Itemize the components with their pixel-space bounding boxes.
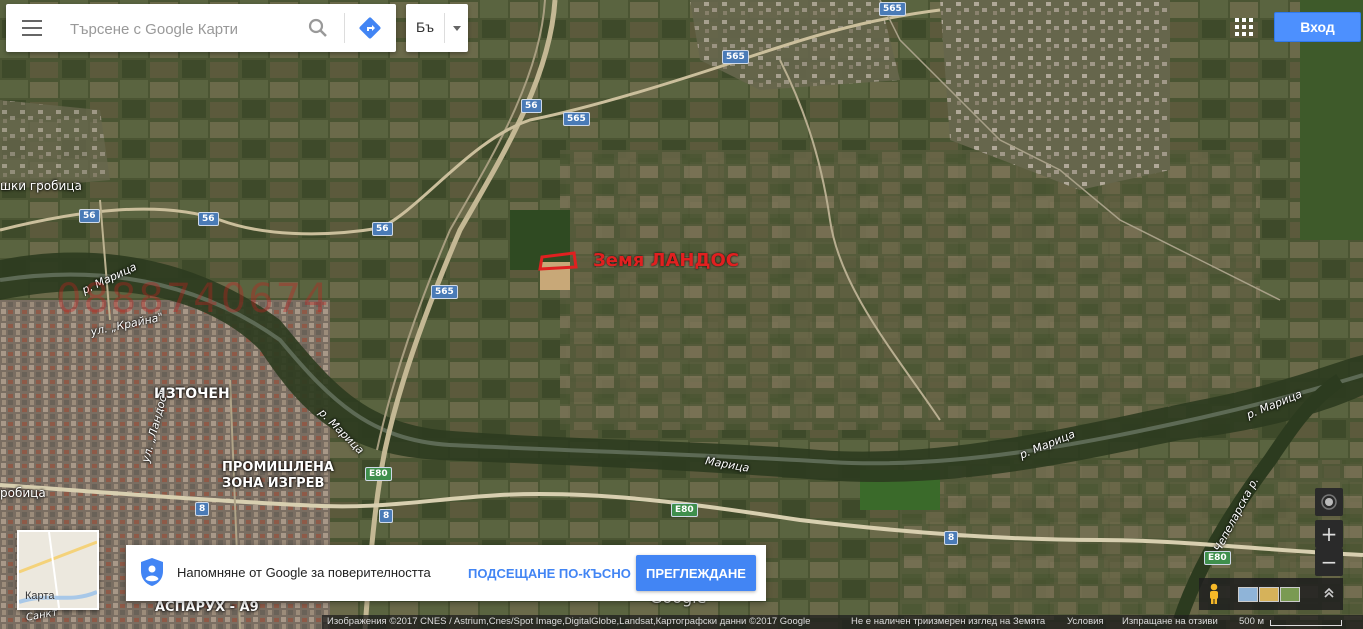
- pegman-icon[interactable]: [1207, 583, 1221, 605]
- imagery-thumb-2[interactable]: [1259, 587, 1279, 602]
- imagery-thumb-3[interactable]: [1280, 587, 1300, 602]
- imagery-thumb-1[interactable]: [1238, 587, 1258, 602]
- road-shield-565: 565: [879, 2, 906, 16]
- attribution-text: Изображения ©2017 CNES / Astrium,Cnes/Sp…: [327, 616, 811, 627]
- road-shield-8: 8: [944, 531, 959, 545]
- land-parcel-marker[interactable]: [538, 251, 578, 271]
- road-shield-8: 8: [195, 502, 210, 516]
- search-box: [6, 4, 396, 52]
- land-parcel-label[interactable]: Земя ЛАНДОС: [593, 250, 739, 271]
- privacy-text: Напомняне от Google за поверителността: [177, 565, 431, 580]
- my-location-button[interactable]: [1315, 488, 1343, 516]
- privacy-shield-icon: [141, 558, 163, 586]
- search-input[interactable]: [68, 16, 302, 42]
- privacy-reminder: Напомняне от Google за поверителността П…: [126, 545, 766, 601]
- road-shield-8: 8: [379, 509, 394, 523]
- no-3d-text: Не е наличен триизмерен изглед на Земята: [851, 616, 1046, 627]
- road-shield-56: 56: [521, 99, 542, 113]
- directions-icon[interactable]: [358, 16, 382, 40]
- road-shield-565: 565: [722, 50, 749, 64]
- language-value: Бъ: [416, 19, 434, 35]
- search-icon[interactable]: [306, 16, 330, 40]
- zoom-out-button[interactable]: −: [1315, 548, 1343, 576]
- feedback-link[interactable]: Изпращане на отзиви: [1122, 615, 1218, 629]
- language-divider: [444, 13, 445, 43]
- apps-grid-icon[interactable]: [1235, 18, 1253, 36]
- road-shield-565: 565: [431, 285, 458, 299]
- chevron-up-icon[interactable]: [1322, 586, 1336, 600]
- menu-icon[interactable]: [22, 20, 42, 36]
- language-select[interactable]: Бъ: [406, 4, 468, 52]
- scale-label: 500 м: [1239, 616, 1265, 627]
- road-shield-e80: E80: [1204, 551, 1231, 565]
- road-shield-56: 56: [79, 209, 100, 223]
- map-type-toggle[interactable]: Карта: [17, 530, 99, 610]
- review-button[interactable]: ПРЕГЛЕЖДАНЕ: [636, 555, 756, 591]
- road-shield-565: 565: [563, 112, 590, 126]
- place-label-asparuh: АСПАРУХ - А9: [155, 600, 259, 615]
- location-icon: [1321, 494, 1337, 510]
- scale-bar: [1270, 620, 1342, 626]
- place-label-promishlena: ПРОМИШЛЕНА: [222, 460, 334, 475]
- search-divider: [344, 13, 345, 43]
- road-shield-56: 56: [372, 222, 393, 236]
- chevron-down-icon: [453, 26, 461, 31]
- zoom-in-button[interactable]: +: [1315, 520, 1343, 548]
- remind-later-button[interactable]: ПОДСЕЩАНЕ ПО-КЪСНО: [456, 559, 643, 587]
- place-label-zona-izgrev: ЗОНА ИЗГРЕВ: [222, 476, 325, 491]
- terms-link[interactable]: Условия: [1067, 615, 1104, 629]
- road-shield-e80: E80: [671, 503, 698, 517]
- phone-watermark: 0888740674: [56, 276, 331, 322]
- place-label-grobitsa-2: робица: [0, 486, 46, 500]
- place-label-grobitsa: шки гробица: [0, 179, 82, 193]
- road-shield-e80: E80: [365, 467, 392, 481]
- login-button[interactable]: Вход: [1274, 12, 1361, 42]
- footer-bar: Изображения ©2017 CNES / Astrium,Cnes/Sp…: [322, 615, 1363, 629]
- minimap-label: Карта: [25, 590, 55, 602]
- road-shield-56: 56: [198, 212, 219, 226]
